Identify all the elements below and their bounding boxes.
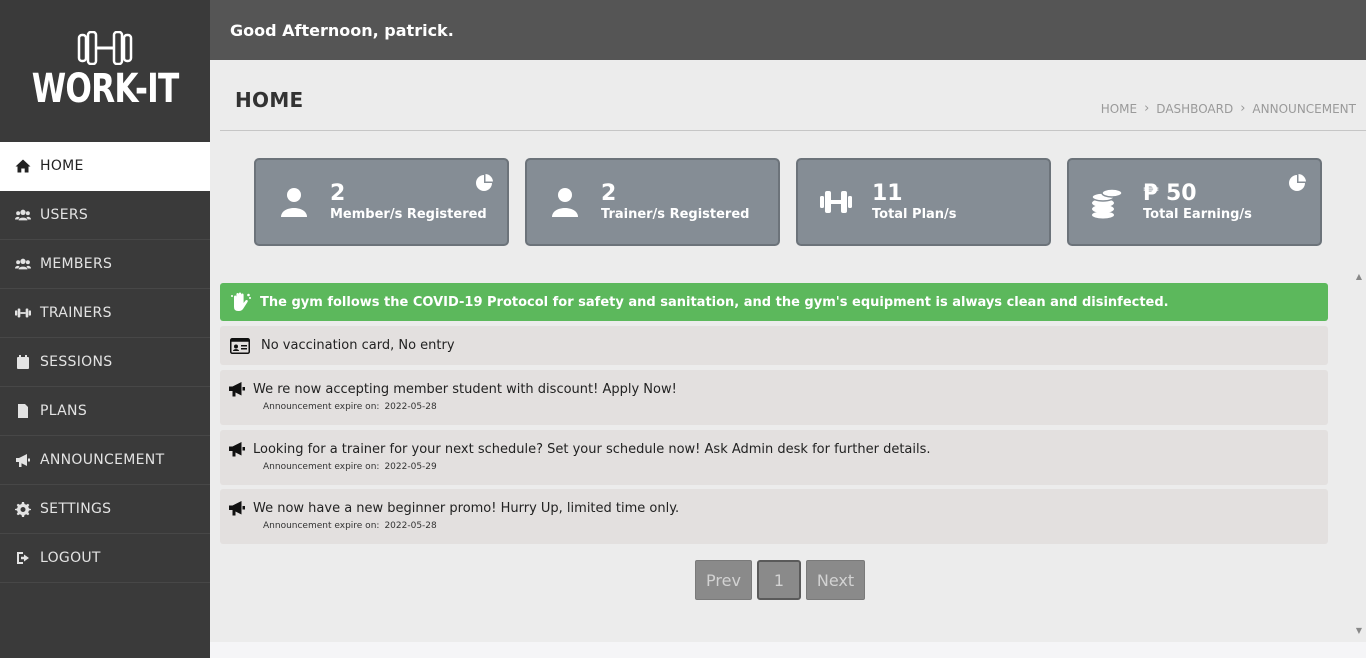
breadcrumb-dashboard[interactable]: DASHBOARD xyxy=(1156,102,1233,116)
user-icon xyxy=(547,184,583,220)
stat-card-plans[interactable]: 11 Total Plan/s xyxy=(796,158,1051,246)
stat-label: Total Earning/s xyxy=(1143,207,1252,222)
sidebar-item-label: USERS xyxy=(40,207,89,223)
stats-cards: 2 Member/s Registered 2 Trainer/s Regist… xyxy=(254,158,1338,246)
breadcrumb-announcement[interactable]: ANNOUNCEMENT xyxy=(1252,102,1356,116)
sidebar-item-label: TRAINERS xyxy=(40,305,112,321)
sidebar-nav: HOME USERS MEMBERS TRAINERS SESSIONS PLA… xyxy=(0,142,210,583)
main-content: HOME HOME › DASHBOARD › ANNOUNCEMENT 2 M… xyxy=(210,60,1366,642)
scroll-up-arrow[interactable]: ▲ xyxy=(1356,272,1362,281)
announcement-expiry: Announcement expire on: 2022-05-28 xyxy=(263,402,1328,412)
megaphone-icon xyxy=(228,380,248,398)
sidebar-item-logout[interactable]: LOGOUT xyxy=(0,534,210,583)
sidebar-item-trainers[interactable]: TRAINERS xyxy=(0,289,210,338)
stat-value: 2 xyxy=(601,181,617,206)
pie-chart-icon xyxy=(475,174,493,192)
announcement-text: We re now accepting member student with … xyxy=(253,381,677,397)
users-icon xyxy=(14,256,32,272)
stat-value: 2 xyxy=(330,181,346,206)
covid-notice: The gym follows the COVID-19 Protocol fo… xyxy=(220,283,1328,321)
sidebar-item-users[interactable]: USERS xyxy=(0,191,210,240)
sidebar-item-label: HOME xyxy=(40,158,84,174)
gear-icon xyxy=(14,501,32,517)
page-title: HOME xyxy=(235,88,304,112)
hands-wash-icon xyxy=(230,292,254,312)
scroll-down-arrow[interactable]: ▼ xyxy=(1356,626,1362,635)
megaphone-icon xyxy=(14,452,32,468)
top-header: Good Afternoon, patrick. xyxy=(210,0,1366,60)
announcement-item[interactable]: We now have a new beginner promo! Hurry … xyxy=(220,489,1328,544)
pagination: Prev 1 Next xyxy=(695,560,870,600)
sidebar-item-label: MEMBERS xyxy=(40,256,113,272)
expire-date: 2022-05-29 xyxy=(384,462,437,472)
sign-out-icon xyxy=(14,550,32,566)
announcement-expiry: Announcement expire on: 2022-05-28 xyxy=(263,521,1328,531)
dumbbell-icon xyxy=(818,184,854,220)
rule-text: No vaccination card, No entry xyxy=(261,338,455,353)
announcement-text: We now have a new beginner promo! Hurry … xyxy=(253,500,680,516)
expire-label: Announcement expire on: xyxy=(263,462,380,472)
megaphone-icon xyxy=(228,440,248,458)
brand-name: WORK-IT xyxy=(31,66,180,112)
stat-label: Trainer/s Registered xyxy=(601,207,750,222)
next-page-button[interactable]: Next xyxy=(806,560,865,600)
stat-card-trainers[interactable]: 2 Trainer/s Registered xyxy=(525,158,780,246)
expire-label: Announcement expire on: xyxy=(263,402,380,412)
megaphone-icon xyxy=(228,499,248,517)
vaccination-rule: No vaccination card, No entry xyxy=(220,326,1328,365)
announcement-item[interactable]: We re now accepting member student with … xyxy=(220,370,1328,425)
prev-page-button[interactable]: Prev xyxy=(695,560,752,600)
brand-logo[interactable]: WORK-IT xyxy=(0,0,210,142)
stat-label: Total Plan/s xyxy=(872,207,957,222)
id-card-icon xyxy=(230,337,252,355)
breadcrumb: HOME › DASHBOARD › ANNOUNCEMENT xyxy=(1101,101,1356,116)
stat-label: Member/s Registered xyxy=(330,207,487,222)
stat-value: 11 xyxy=(872,181,903,206)
sidebar-item-home[interactable]: HOME xyxy=(0,142,210,191)
divider xyxy=(220,130,1366,131)
stat-card-members[interactable]: 2 Member/s Registered xyxy=(254,158,509,246)
sidebar-item-label: LOGOUT xyxy=(40,550,101,566)
coins-icon xyxy=(1089,184,1125,220)
sidebar-item-members[interactable]: MEMBERS xyxy=(0,240,210,289)
announcement-expiry: Announcement expire on: 2022-05-29 xyxy=(263,462,1328,472)
dumbbell-icon xyxy=(14,305,32,321)
chevron-right-icon: › xyxy=(1144,101,1150,116)
user-icon xyxy=(276,184,312,220)
sidebar-item-label: PLANS xyxy=(40,403,87,419)
stat-card-earnings[interactable]: ₱ 50 Total Earning/s xyxy=(1067,158,1322,246)
dumbbell-icon xyxy=(77,31,133,65)
expire-label: Announcement expire on: xyxy=(263,521,380,531)
sidebar-item-label: ANNOUNCEMENT xyxy=(40,452,165,468)
pie-chart-icon xyxy=(1288,174,1306,192)
breadcrumb-home[interactable]: HOME xyxy=(1101,102,1137,116)
expire-date: 2022-05-28 xyxy=(384,521,437,531)
page-number-button[interactable]: 1 xyxy=(757,560,801,600)
sidebar-item-plans[interactable]: PLANS xyxy=(0,387,210,436)
users-icon xyxy=(14,207,32,223)
file-icon xyxy=(14,403,32,419)
sidebar-item-label: SESSIONS xyxy=(40,354,113,370)
sidebar-item-label: SETTINGS xyxy=(40,501,112,517)
notice-text: The gym follows the COVID-19 Protocol fo… xyxy=(260,294,1169,310)
announcement-item[interactable]: Looking for a trainer for your next sche… xyxy=(220,430,1328,485)
expire-date: 2022-05-28 xyxy=(384,402,437,412)
home-icon xyxy=(14,158,32,174)
sidebar-item-sessions[interactable]: SESSIONS xyxy=(0,338,210,387)
greeting-text: Good Afternoon, patrick. xyxy=(230,20,454,40)
sidebar-item-settings[interactable]: SETTINGS xyxy=(0,485,210,534)
sidebar-item-announcement[interactable]: ANNOUNCEMENT xyxy=(0,436,210,485)
footer xyxy=(210,642,1366,658)
chevron-right-icon: › xyxy=(1240,101,1246,116)
sidebar: WORK-IT HOME USERS MEMBERS TRAINERS SESS… xyxy=(0,0,210,658)
announcement-text: Looking for a trainer for your next sche… xyxy=(253,441,931,457)
stat-value: ₱ 50 xyxy=(1143,181,1197,206)
calendar-icon xyxy=(14,354,32,370)
